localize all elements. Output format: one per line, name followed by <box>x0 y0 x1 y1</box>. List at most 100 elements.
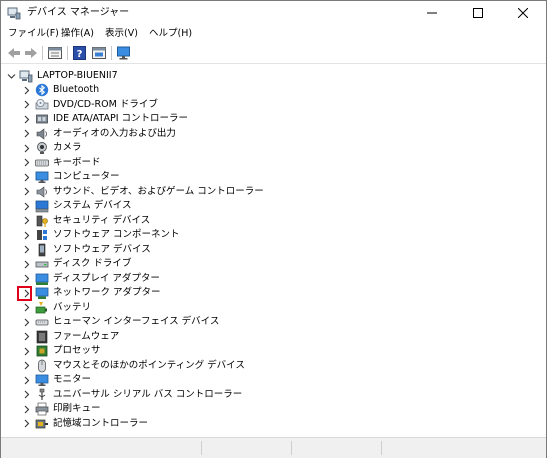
forward-icon <box>25 48 37 58</box>
expand-icon[interactable] <box>20 257 32 271</box>
tree-category-row[interactable]: カメラ <box>1 141 401 155</box>
tree-category-label: サウンド、ビデオ、およびゲーム コントローラー <box>53 185 264 197</box>
tree-category-row[interactable]: 印刷キュー <box>1 402 401 416</box>
expand-icon[interactable] <box>20 373 32 387</box>
close-button[interactable] <box>500 1 546 25</box>
usb-icon <box>35 388 49 402</box>
display-adapter-icon <box>35 272 49 286</box>
tree-category-label: ネットワーク アダプター <box>53 287 161 298</box>
expand-icon[interactable] <box>20 402 32 416</box>
menu-help[interactable]: ヘルプ(H) <box>149 27 192 41</box>
computer-name: LAPTOP-BIUENII7 <box>37 70 118 81</box>
menu-bar: ファイル(F) 操作(A) 表示(V) ヘルプ(H) <box>1 25 546 43</box>
minimize-button[interactable] <box>409 1 455 25</box>
back-button[interactable] <box>6 46 22 60</box>
tree-category-row[interactable]: ディスク ドライブ <box>1 257 401 271</box>
title-bar[interactable]: デバイス マネージャー <box>1 1 546 25</box>
tree-category-label: モニター <box>53 374 92 385</box>
expand-icon[interactable] <box>20 127 32 141</box>
tree-category-row[interactable]: ファームウェア <box>1 330 401 344</box>
tree-category-label: DVD/CD-ROM ドライブ <box>53 98 158 110</box>
tree-category-label: IDE ATA/ATAPI コントローラー <box>53 113 189 124</box>
tree-category-row[interactable]: キーボード <box>1 156 401 170</box>
tree-category-row[interactable]: ネットワーク アダプター <box>1 286 401 300</box>
toolbar-separator <box>111 46 112 60</box>
storage-controller-icon <box>35 417 49 431</box>
tree-category-label: キーボード <box>53 156 101 168</box>
tree-category-label: ディスク ドライブ <box>53 258 132 269</box>
tree-category-row[interactable]: サウンド、ビデオ、およびゲーム コントローラー <box>1 185 401 199</box>
tree-category-row[interactable]: プロセッサ <box>1 344 401 358</box>
scan-hardware-button[interactable] <box>116 46 132 60</box>
show-hidden-button[interactable] <box>91 46 107 60</box>
tree-category-row[interactable]: ソフトウェア デバイス <box>1 243 401 257</box>
tree-category-row[interactable]: システム デバイス <box>1 199 401 213</box>
tree-root[interactable]: LAPTOP-BIUENII7 <box>1 69 401 83</box>
forward-button[interactable] <box>23 46 39 60</box>
monitor-icon <box>117 46 130 60</box>
monitor-icon <box>35 373 49 387</box>
expand-icon[interactable] <box>20 344 32 358</box>
dvd-drive-icon <box>35 98 49 112</box>
expand-icon[interactable] <box>20 417 32 431</box>
system-device-icon <box>35 199 49 213</box>
expand-icon[interactable] <box>20 243 32 257</box>
status-segment <box>201 441 292 455</box>
tree-category-row[interactable]: IDE ATA/ATAPI コントローラー <box>1 112 401 126</box>
expand-icon[interactable] <box>20 315 32 329</box>
tree-category-row[interactable]: セキュリティ デバイス <box>1 214 401 228</box>
expand-icon[interactable] <box>20 83 32 97</box>
window-title: デバイス マネージャー <box>27 7 130 18</box>
tree-category-row[interactable]: Bluetooth <box>1 83 401 97</box>
expand-icon[interactable] <box>20 228 32 242</box>
tree-category-row[interactable]: コンピューター <box>1 170 401 184</box>
tree-category-row[interactable]: ソフトウェア コンポーネント <box>1 228 401 242</box>
menu-view[interactable]: 表示(V) <box>105 27 138 41</box>
tree-category-label: ディスプレイ アダプター <box>53 272 160 284</box>
expand-icon[interactable] <box>20 141 32 155</box>
security-device-icon <box>35 214 49 228</box>
computer-icon <box>19 69 33 83</box>
expand-icon[interactable] <box>20 272 32 286</box>
toolbar: ? <box>1 43 546 64</box>
tree-category-row[interactable]: ユニバーサル シリアル バス コントローラー <box>1 388 401 402</box>
tree-category-row[interactable]: 記憶域コントローラー <box>1 417 401 431</box>
tree-category-row[interactable]: バッテリ <box>1 301 401 315</box>
show-hidden-icon <box>92 47 106 59</box>
expand-icon[interactable] <box>20 330 32 344</box>
sound-icon <box>35 185 49 199</box>
expand-icon[interactable] <box>20 156 32 170</box>
svg-text:?: ? <box>77 49 83 60</box>
properties-icon <box>48 47 62 59</box>
tree-category-label: ユニバーサル シリアル バス コントローラー <box>53 388 243 400</box>
menu-file[interactable]: ファイル(F) <box>8 27 59 41</box>
disk-drive-icon <box>35 257 49 271</box>
expand-icon[interactable] <box>20 98 32 112</box>
tree-category-label: カメラ <box>53 142 82 153</box>
properties-button[interactable] <box>47 46 63 60</box>
help-button[interactable]: ? <box>72 46 88 60</box>
expand-icon[interactable] <box>20 359 32 373</box>
tree-category-row[interactable]: ディスプレイ アダプター <box>1 272 401 286</box>
expand-icon[interactable] <box>20 388 32 402</box>
status-segment <box>291 441 382 455</box>
tree-category-row[interactable]: マウスとそのほかのポインティング デバイス <box>1 359 401 373</box>
tree-category-row[interactable]: DVD/CD-ROM ドライブ <box>1 98 401 112</box>
collapse-icon[interactable] <box>5 69 17 83</box>
expand-icon[interactable] <box>20 112 32 126</box>
expand-icon[interactable] <box>20 199 32 213</box>
expand-icon[interactable] <box>20 301 32 315</box>
tree-category-row[interactable]: オーディオの入力および出力 <box>1 127 401 141</box>
expand-icon[interactable] <box>20 185 32 199</box>
speaker-icon <box>35 127 49 141</box>
menu-action[interactable]: 操作(A) <box>61 27 94 41</box>
computer-icon <box>35 170 49 184</box>
expand-icon[interactable] <box>20 214 32 228</box>
tree-category-row[interactable]: ヒューマン インターフェイス デバイス <box>1 315 401 329</box>
tree-category-label: セキュリティ デバイス <box>53 214 151 226</box>
bluetooth-icon <box>35 83 49 97</box>
expand-icon[interactable] <box>20 170 32 184</box>
mouse-icon <box>35 359 49 373</box>
tree-category-row[interactable]: モニター <box>1 373 401 387</box>
maximize-button[interactable] <box>455 1 501 25</box>
